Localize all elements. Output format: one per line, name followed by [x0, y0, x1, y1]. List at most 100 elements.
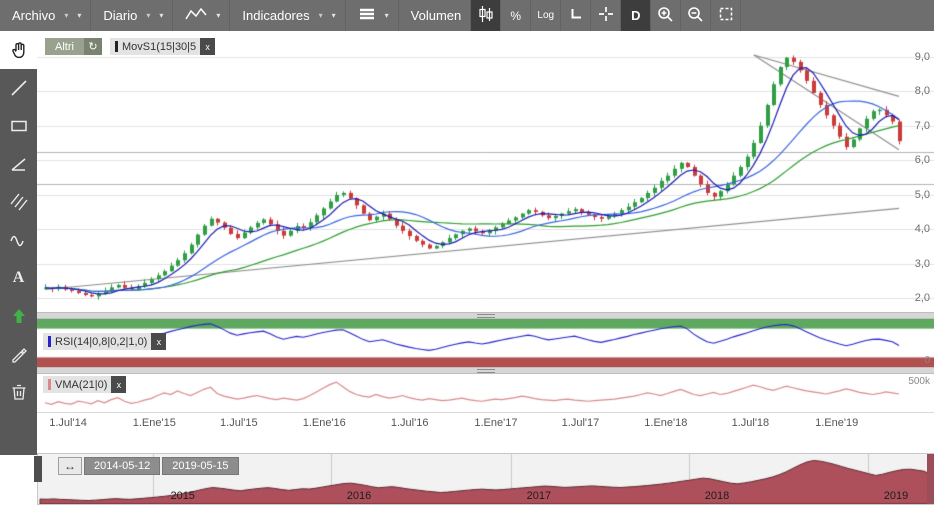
menu-indicadores[interactable]: Indicadores ▾ ▾	[230, 0, 345, 31]
refresh-symbol-button[interactable]: ↻	[84, 38, 102, 55]
pane-splitter[interactable]	[37, 312, 934, 319]
remove-rsi-button[interactable]: x	[151, 333, 166, 350]
pane-splitter[interactable]	[37, 367, 934, 374]
left-right-arrows-icon: ↔	[64, 459, 76, 473]
range-start-date[interactable]: 2014-05-12	[84, 457, 160, 475]
range-end-date[interactable]: 2019-05-15	[162, 457, 238, 475]
text-tool-button[interactable]: A	[0, 259, 37, 297]
rsi-axis-label: 0	[924, 355, 930, 366]
zoom-in-button[interactable]	[651, 0, 681, 31]
wave-tool-button[interactable]	[0, 221, 37, 259]
navigator-left-handle[interactable]	[34, 456, 42, 482]
price-legend: Altri ↻ MovS1(15|30|5 x	[45, 38, 215, 55]
close-icon: x	[117, 380, 122, 390]
zoom-out-button[interactable]	[681, 0, 711, 31]
chevron-down-icon: ▾	[216, 11, 220, 20]
vma-axis-label: 500k	[908, 376, 930, 387]
x-axis-label: 1.Jul'14	[49, 417, 87, 429]
x-axis-label: 1.Jul'16	[391, 417, 429, 429]
close-icon: x	[205, 42, 210, 52]
rsi-chart-canvas[interactable]	[37, 319, 934, 367]
price-chart-canvas[interactable]	[37, 31, 934, 312]
chevron-down-icon: ▾	[64, 11, 68, 20]
menu-layout[interactable]: ▾	[346, 0, 399, 31]
log-scale-button[interactable]: Log	[531, 0, 561, 31]
chevron-down-icon: ▾	[332, 11, 336, 20]
moving-average-chip-label-box: MovS1(15|30|5	[110, 38, 200, 55]
rsi-chip: RSI(14|0,8|0,2|1,0) x	[43, 333, 166, 350]
linear-scale-button[interactable]	[561, 0, 591, 31]
menu-indicadores-label: Indicadores	[242, 8, 309, 23]
line-tool-button[interactable]	[0, 69, 37, 107]
menu-chart-style[interactable]: ▾	[173, 0, 230, 31]
chevron-down-icon: ▾	[146, 11, 150, 20]
top-toolbar: Archivo ▾ ▾ Diario ▾ ▾ ▾ Indicadores ▾ ▾…	[0, 0, 934, 31]
chevron-down-icon: ▾	[319, 11, 323, 20]
pan-tool-button[interactable]	[0, 31, 37, 69]
menu-archivo[interactable]: Archivo ▾ ▾	[0, 0, 91, 31]
x-axis-label: 1.Ene'15	[133, 417, 176, 429]
x-axis-label: 1.Jul'18	[732, 417, 770, 429]
trash-tool-button[interactable]	[0, 373, 37, 411]
crosshair-icon	[598, 6, 614, 25]
x-axis-label: 1.Ene'18	[644, 417, 687, 429]
chart-area: Altri ↻ MovS1(15|30|5 x 9,08,07,06	[37, 31, 934, 505]
parallel-lines-icon	[9, 192, 29, 212]
vma-chip-label-box: VMA(21|0)	[43, 376, 111, 393]
x-axis-label: 1.Ene'19	[815, 417, 858, 429]
parallel-lines-tool-button[interactable]	[0, 183, 37, 221]
trendline-tool-button[interactable]	[0, 145, 37, 183]
trash-icon	[9, 382, 29, 402]
x-axis-label: 1.Jul'15	[220, 417, 258, 429]
ma-color-swatch	[115, 41, 118, 52]
zoom-out-icon	[687, 6, 704, 26]
arrow-up-icon	[9, 306, 29, 326]
crosshair-button[interactable]	[591, 0, 621, 31]
x-axis-label: 1.Jul'17	[562, 417, 600, 429]
symbol-chip: Altri ↻	[45, 38, 102, 55]
brush-tool-button[interactable]	[0, 335, 37, 373]
angle-line-icon	[9, 154, 29, 174]
menu-diario-label: Diario	[103, 8, 137, 23]
splitter-grip-icon	[477, 369, 495, 373]
selection-frame-icon	[718, 6, 734, 25]
fit-screen-button[interactable]	[711, 0, 741, 31]
vma-color-swatch	[48, 379, 51, 390]
layers-icon	[358, 7, 376, 24]
range-navigator[interactable]: ↔ 2014-05-12 2019-05-15 2015201620172018…	[37, 453, 934, 505]
charting-app: Archivo ▾ ▾ Diario ▾ ▾ ▾ Indicadores ▾ ▾…	[0, 0, 934, 505]
chevron-down-icon: ▾	[385, 11, 389, 20]
percent-scale-button[interactable]: %	[501, 0, 531, 31]
chevron-down-icon: ▾	[159, 11, 163, 20]
symbol-chip-label-box: Altri	[45, 38, 84, 55]
volume-ma-canvas[interactable]	[37, 374, 934, 412]
navigator-right-handle[interactable]	[927, 454, 934, 504]
x-axis-label: 1.Ene'16	[303, 417, 346, 429]
interval-daily-button[interactable]: D	[621, 0, 651, 31]
axes-corner-icon	[569, 7, 583, 24]
splitter-grip-icon	[477, 314, 495, 318]
menu-diario[interactable]: Diario ▾ ▾	[91, 0, 173, 31]
remove-moving-average-button[interactable]: x	[200, 38, 215, 55]
rsi-pane: RSI(14|0,8|0,2|1,0) x 0	[37, 319, 934, 367]
text-icon: A	[13, 269, 25, 287]
rsi-label: RSI(14|0,8|0,2|1,0)	[55, 336, 147, 348]
navigator-controls: ↔ 2014-05-12 2019-05-15	[58, 457, 239, 475]
remove-vma-button[interactable]: x	[111, 376, 126, 393]
wave-icon	[9, 230, 29, 250]
menu-volumen[interactable]: Volumen	[399, 0, 472, 31]
symbol-name: Altri	[55, 41, 74, 53]
candlestick-style-button[interactable]	[471, 0, 501, 31]
vma-chip: VMA(21|0) x	[43, 376, 126, 393]
rectangle-tool-button[interactable]	[0, 107, 37, 145]
moving-average-label: MovS1(15|30|5	[122, 41, 196, 53]
arrow-up-tool-button[interactable]	[0, 297, 37, 335]
menu-volumen-label: Volumen	[411, 8, 462, 23]
moving-average-chip: MovS1(15|30|5 x	[110, 38, 215, 55]
time-axis: 1.Jul'14 1.Ene'15 1.Jul'15 1.Ene'16 1.Jul'16…	[37, 412, 934, 434]
brush-icon	[9, 344, 29, 364]
hand-icon	[9, 40, 29, 60]
range-resize-button[interactable]: ↔	[58, 457, 82, 475]
rsi-chip-label-box: RSI(14|0,8|0,2|1,0)	[43, 333, 151, 350]
candlestick-icon	[478, 5, 494, 26]
